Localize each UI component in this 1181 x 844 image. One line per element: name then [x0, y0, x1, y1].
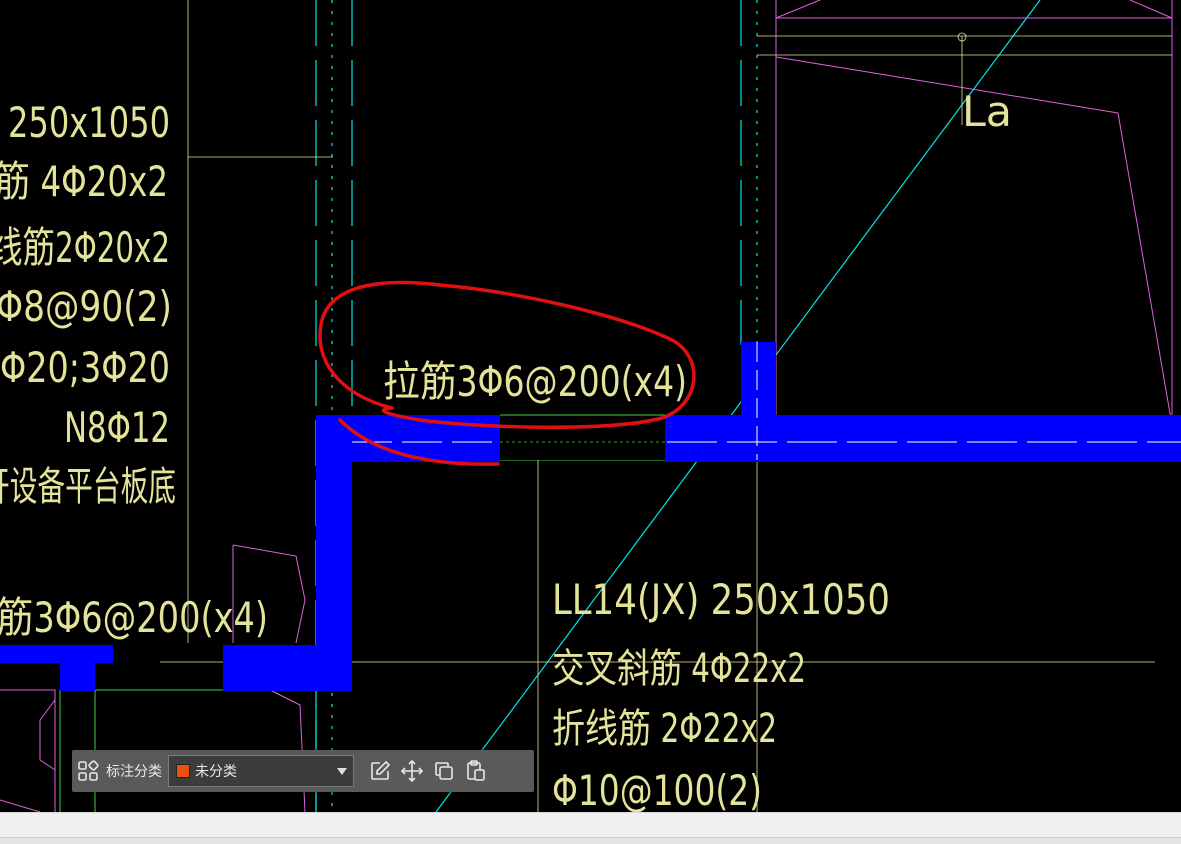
annotation-text: Φ8@90(2) [0, 282, 172, 331]
category-color-swatch [176, 764, 190, 778]
chevron-down-icon [337, 768, 347, 775]
annotation-category-label: 标注分类 [106, 764, 162, 780]
category-select-value: 未分类 [195, 764, 237, 780]
annotation-text: La [962, 87, 1012, 136]
annotation-text: 折线筋 2Φ22x2 [552, 706, 777, 752]
move-icon[interactable] [396, 755, 428, 787]
edit-icon[interactable] [364, 755, 396, 787]
annotation-text: 250x1050 [8, 98, 170, 147]
copy-icon[interactable] [428, 755, 460, 787]
annotation-text: 开设备平台板底 [0, 464, 176, 510]
paste-icon[interactable] [460, 755, 492, 787]
status-bar [0, 812, 1181, 844]
grid-icon[interactable] [72, 755, 104, 787]
annotation-text: 拉筋3Φ6@200(x4) [383, 357, 687, 406]
annotation-text: LL14(JX) 250x1050 [552, 575, 890, 624]
annotation-text: Φ10@100(2) [552, 766, 762, 812]
cad-drawing: 250x1050 筋 4Φ20x2 线筋2Φ20x2 Φ8@90(2) Φ20;… [0, 0, 1181, 812]
annotation-text: Φ20;3Φ20 [0, 343, 170, 392]
annotation-text: N8Φ12 [64, 403, 170, 452]
annotation-toolbar: 标注分类 未分类 [72, 750, 534, 792]
annotation-text: 筋3Φ6@200(x4) [0, 593, 268, 642]
annotation-text: 交叉斜筋 4Φ22x2 [552, 646, 806, 692]
annotation-text: 线筋2Φ20x2 [0, 223, 170, 272]
horizontal-scrollbar[interactable] [0, 837, 1181, 844]
annotation-text: 筋 4Φ20x2 [0, 157, 168, 206]
annotation-category-select[interactable]: 未分类 [168, 755, 354, 787]
cad-drawing-canvas[interactable]: 250x1050 筋 4Φ20x2 线筋2Φ20x2 Φ8@90(2) Φ20;… [0, 0, 1181, 812]
